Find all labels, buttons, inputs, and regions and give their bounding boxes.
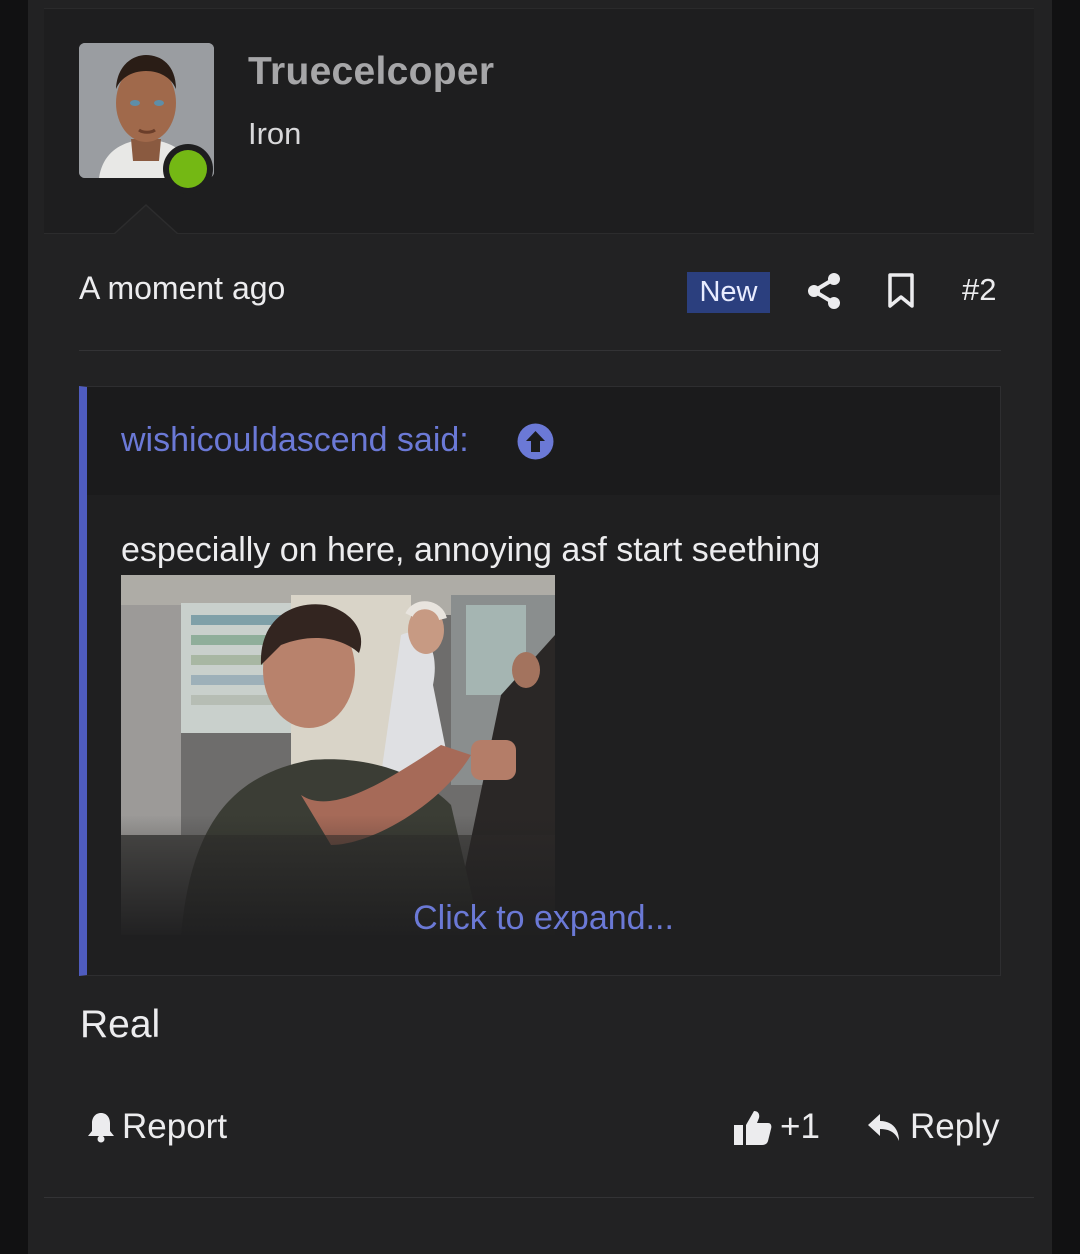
reply-arrow-icon [868,1114,899,1141]
reply-label: Reply [910,1107,1000,1146]
post-meta-divider [79,350,1001,351]
post-author-title: Iron [248,116,302,151]
post-bottom-divider [44,1197,1034,1198]
header-pointer [114,206,178,235]
quoted-gif-image[interactable] [121,575,555,935]
post-message-text: Real [80,1003,161,1046]
reaction-count: +1 [780,1107,820,1146]
quote-text: especially on here, annoying asf start s… [121,531,821,569]
like-button[interactable]: +1 [732,1105,820,1149]
reply-button[interactable]: Reply [866,1105,999,1149]
quote-block: wishicouldascend said: especially on her… [79,386,1001,976]
arrow-up-circle-icon[interactable] [517,423,554,460]
bookmark-icon[interactable] [886,272,916,310]
post-timestamp[interactable]: A moment ago [79,270,285,307]
new-badge: New [687,272,770,313]
post-author-username[interactable]: Truecelcoper [248,50,494,94]
bell-icon [88,1113,114,1143]
report-label: Report [122,1107,228,1146]
click-to-expand-link[interactable]: Click to expand... [87,899,1000,938]
share-icon[interactable] [806,272,842,310]
gif-scene [121,575,555,935]
post-number-link[interactable]: #2 [962,272,996,308]
quote-author-link[interactable]: wishicouldascend said: [121,421,469,460]
report-button[interactable]: Report [86,1105,227,1149]
thumbs-up-icon [734,1111,772,1145]
online-status-indicator [163,144,213,194]
